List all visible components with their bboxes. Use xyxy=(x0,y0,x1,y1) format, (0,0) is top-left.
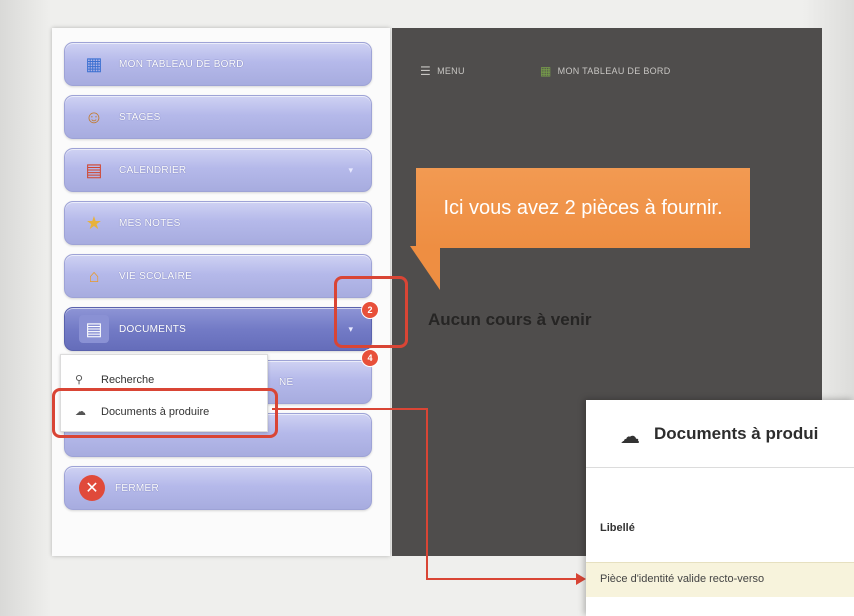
dashboard-label: MON TABLEAU DE BORD xyxy=(557,66,671,76)
tutorial-callout: Ici vous avez 2 pièces à fournir. xyxy=(416,168,750,248)
sidebar-item-close[interactable]: ✕ FERMER xyxy=(64,466,372,510)
callout-text: Ici vous avez 2 pièces à fournir. xyxy=(443,197,723,219)
sidebar-item-school-life[interactable]: ⌂ VIE SCOLAIRE xyxy=(64,254,372,298)
connector-line-bottom xyxy=(426,578,576,580)
row-label: Pièce d'identité valide recto-verso xyxy=(600,573,765,585)
divider xyxy=(586,467,854,468)
pending-count-badge: 2 xyxy=(361,301,379,319)
connector-line-vertical xyxy=(426,408,428,580)
topbar-dashboard-link[interactable]: ▦ MON TABLEAU DE BORD xyxy=(540,64,671,78)
person-icon: ☺ xyxy=(84,106,104,127)
callout-tail xyxy=(410,246,440,290)
sidebar-item-documents[interactable]: ▤ DOCUMENTS ▾ xyxy=(64,307,372,351)
sidebar-item-dashboard[interactable]: ▦ MON TABLEAU DE BORD xyxy=(64,42,372,86)
search-icon: ⚲ xyxy=(75,374,84,386)
submenu-highlight-box xyxy=(52,388,278,438)
column-header-label: Libellé xyxy=(600,522,635,534)
sidebar-item-stages[interactable]: ☺ STAGES xyxy=(64,95,372,139)
connector-line-top xyxy=(272,408,428,410)
notes-icon: ★ xyxy=(85,212,103,233)
sidebar-item-label: FERMER xyxy=(115,482,160,494)
zoom-panel-title: Documents à produi xyxy=(654,424,819,443)
dashboard-icon: ▦ xyxy=(85,53,103,74)
sidebar-item-label: MON TABLEAU DE BORD xyxy=(119,58,244,70)
table-row[interactable]: Pièce d'identité valide recto-verso xyxy=(586,562,854,597)
documents-zoom-panel: ☁ Documents à produi Libellé Pièce d'ide… xyxy=(586,400,854,616)
screenshot-photo: ▦ MON TABLEAU DE BORD ☺ STAGES ▤ CALENDR… xyxy=(0,0,854,616)
sidebar-item-calendar[interactable]: ▤ CALENDRIER ▾ xyxy=(64,148,372,192)
sidebar-item-label: CALENDRIER xyxy=(119,164,187,176)
close-icon: ✕ xyxy=(79,475,105,501)
chevron-down-icon: ▾ xyxy=(348,164,353,175)
sidebar-item-label: VIE SCOLAIRE xyxy=(119,270,193,282)
connector-arrow-icon xyxy=(576,573,586,585)
submenu-item-label: Recherche xyxy=(101,373,155,386)
school-icon: ⌂ xyxy=(88,265,100,286)
sidebar-item-label: MES NOTES xyxy=(119,217,181,229)
menu-label: MENU xyxy=(437,66,465,76)
no-course-message: Aucun cours à venir xyxy=(428,310,592,329)
sidebar-item-partial-label: NE xyxy=(279,376,294,388)
document-icon: ▤ xyxy=(79,315,109,343)
cloud-upload-icon: ☁ xyxy=(620,426,640,448)
dashboard-icon: ▦ xyxy=(540,64,552,78)
hamburger-icon: ☰ xyxy=(420,64,432,78)
sidebar-item-label: STAGES xyxy=(119,111,161,123)
menu-toggle[interactable]: ☰ MENU xyxy=(420,64,465,78)
calendar-icon: ▤ xyxy=(85,159,103,180)
sidebar-item-label: DOCUMENTS xyxy=(119,323,187,335)
submenu-item-search[interactable]: ⚲ Recherche xyxy=(75,373,155,387)
sidebar-item-notes[interactable]: ★ MES NOTES xyxy=(64,201,372,245)
pending-total-badge: 4 xyxy=(361,349,379,367)
